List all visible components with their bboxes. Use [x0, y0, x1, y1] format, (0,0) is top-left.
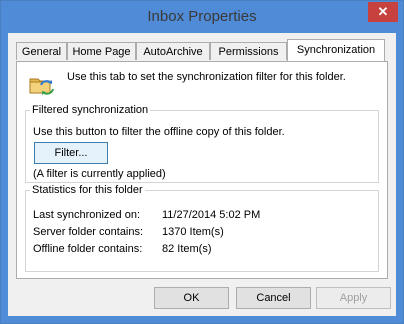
filter-button[interactable]: Filter... — [34, 142, 108, 164]
statistics-group: Statistics for this folder Last synchron… — [25, 183, 379, 272]
tab-general[interactable]: General — [16, 42, 67, 60]
tab-permissions[interactable]: Permissions — [210, 42, 287, 60]
close-button[interactable]: ✕ — [368, 2, 398, 22]
statistics-title: Statistics for this folder — [30, 183, 145, 197]
properties-dialog: Inbox Properties ✕ General Home Page Aut… — [0, 0, 404, 324]
title-bar[interactable]: Inbox Properties ✕ — [1, 1, 403, 33]
cancel-button[interactable]: Cancel — [236, 287, 311, 309]
dialog-body: General Home Page AutoArchive Permission… — [8, 33, 396, 316]
server-count-label: Server folder contains: — [33, 226, 144, 238]
last-synced-label: Last synchronized on: — [33, 209, 141, 221]
filtered-sync-group: Filtered synchronization Use this button… — [25, 103, 379, 183]
tab-synchronization[interactable]: Synchronization — [287, 39, 385, 61]
sync-folder-icon — [29, 78, 54, 95]
server-count-value: 1370 Item(s) — [162, 226, 224, 238]
last-synced-value: 11/27/2014 5:02 PM — [162, 209, 261, 221]
filtered-sync-description: Use this button to filter the offline co… — [33, 126, 285, 138]
apply-button[interactable]: Apply — [316, 287, 391, 309]
filter-status: (A filter is currently applied) — [33, 168, 166, 180]
intro-text: Use this tab to set the synchronization … — [67, 71, 346, 83]
tab-home-page[interactable]: Home Page — [67, 42, 136, 60]
ok-button[interactable]: OK — [154, 287, 229, 309]
filtered-sync-title: Filtered synchronization — [30, 103, 151, 117]
offline-count-value: 82 Item(s) — [162, 243, 212, 255]
offline-count-label: Offline folder contains: — [33, 243, 143, 255]
synchronization-panel: Use this tab to set the synchronization … — [16, 61, 388, 279]
window-title: Inbox Properties — [147, 8, 257, 25]
tab-autoarchive[interactable]: AutoArchive — [136, 42, 210, 60]
